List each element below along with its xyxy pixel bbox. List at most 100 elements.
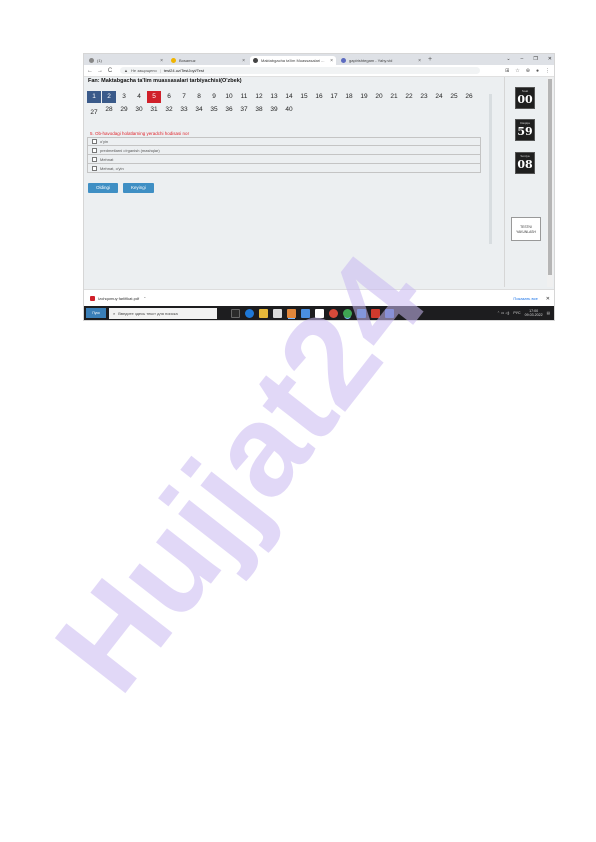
app-icon-3[interactable]	[329, 308, 338, 318]
task-view-icon[interactable]	[231, 308, 240, 318]
question-number-button[interactable]: 3	[117, 91, 131, 103]
question-number-button[interactable]: 10	[222, 91, 236, 103]
edge-icon[interactable]	[245, 308, 254, 318]
mail-icon[interactable]	[315, 308, 324, 318]
question-number-button[interactable]: 2	[102, 91, 116, 103]
page-scrollbar[interactable]	[547, 77, 553, 287]
question-number-button[interactable]: 40	[282, 104, 296, 116]
tray-icons[interactable]: ⌃ ▭ ◁)	[497, 311, 509, 315]
translate-icon[interactable]: ⊞	[505, 68, 509, 74]
previous-button[interactable]: Oldingi	[88, 183, 119, 193]
question-number-button[interactable]: 6	[162, 91, 176, 103]
question-number-button[interactable]: 31	[147, 104, 161, 116]
question-number-button[interactable]: 39	[267, 104, 281, 116]
inner-scrollbar-thumb[interactable]	[489, 94, 492, 244]
close-window-icon[interactable]: ✕	[548, 56, 552, 62]
question-number-button[interactable]: 20	[372, 91, 386, 103]
chrome-icon[interactable]	[343, 308, 352, 318]
question-number-button[interactable]: 1	[87, 91, 101, 103]
question-number-button[interactable]: 9	[207, 91, 221, 103]
folder-icon[interactable]	[259, 308, 268, 318]
taskbar-search[interactable]: ⌕ Введите здесь текст для поиска	[109, 307, 217, 319]
question-number-button[interactable]: 36	[222, 104, 236, 116]
close-icon[interactable]: ✕	[546, 296, 550, 302]
question-number-button[interactable]: 27	[87, 107, 101, 119]
page-scrollbar-thumb[interactable]	[548, 79, 552, 275]
address-bar[interactable]: ▲ Не защищено | test24.uz/TestJoyi/Test	[120, 67, 480, 74]
answer-option[interactable]: Mehnat, o'yin	[87, 164, 481, 173]
browser-tab[interactable]: Bosamuz ×	[168, 56, 248, 65]
question-number-button[interactable]: 7	[177, 91, 191, 103]
show-all-downloads[interactable]: Показать все	[513, 296, 537, 301]
question-number-button[interactable]: 24	[432, 91, 446, 103]
download-file[interactable]: Izohqomuy farlifikat.pdf	[98, 296, 139, 301]
next-button[interactable]: Keyingi	[123, 183, 154, 193]
app-icon-1[interactable]	[287, 308, 296, 318]
menu-icon[interactable]: ⋮	[545, 68, 550, 74]
store-icon[interactable]	[273, 308, 282, 318]
extension-icon[interactable]: ⊕	[526, 68, 530, 74]
question-number-button[interactable]: 16	[312, 91, 326, 103]
checkbox-icon[interactable]	[92, 147, 97, 153]
question-number-button[interactable]: 14	[282, 91, 296, 103]
answer-option[interactable]: predmetlarni o'rganish (mashqlar)	[87, 146, 481, 155]
question-number-button[interactable]: 32	[162, 104, 176, 116]
forward-button[interactable]: →	[96, 68, 104, 74]
question-number-button[interactable]: 4	[132, 91, 146, 103]
checkbox-icon[interactable]	[92, 156, 97, 162]
finish-test-button[interactable]: TESTNI YAKUNLASH	[511, 217, 541, 241]
start-button[interactable]: Пуск	[86, 308, 106, 318]
tab-close-icon[interactable]: ×	[330, 58, 333, 64]
tab-close-icon[interactable]: ×	[242, 58, 245, 64]
checkbox-icon[interactable]	[92, 139, 97, 144]
tray-language[interactable]: РУС	[513, 311, 520, 315]
question-number-button[interactable]: 19	[357, 91, 371, 103]
browser-tab[interactable]: Maktabgacha ta'lim Muassasalari ... ×	[250, 56, 336, 65]
back-button[interactable]: ←	[86, 68, 94, 74]
pdf-reader-icon[interactable]	[371, 308, 380, 318]
question-number-button[interactable]: 29	[117, 104, 131, 116]
answer-option[interactable]: Mehnat	[87, 155, 481, 164]
question-number-button[interactable]: 28	[102, 104, 116, 116]
checkbox-icon[interactable]	[92, 165, 97, 171]
question-number-button[interactable]: 25	[447, 91, 461, 103]
question-number-button[interactable]: 34	[192, 104, 206, 116]
question-number-button[interactable]: 17	[327, 91, 341, 103]
star-icon[interactable]: ☆	[515, 68, 519, 74]
question-number-button[interactable]: 18	[342, 91, 356, 103]
question-number-button[interactable]: 11	[237, 91, 251, 103]
tab-search-icon[interactable]: ⌄	[506, 56, 510, 62]
app-icon-4[interactable]	[385, 308, 394, 318]
app-icon-2[interactable]	[301, 308, 310, 318]
question-number-button[interactable]: 15	[297, 91, 311, 103]
answer-option[interactable]: o'yin	[87, 137, 481, 146]
question-number-button[interactable]: 33	[177, 104, 191, 116]
question-number-button[interactable]: 21	[387, 91, 401, 103]
question-number-button[interactable]: 35	[207, 104, 221, 116]
question-number-button[interactable]: 12	[252, 91, 266, 103]
question-number-button[interactable]: 23	[417, 91, 431, 103]
chevron-up-icon[interactable]: ⌃	[143, 296, 146, 301]
question-number-button[interactable]: 26	[462, 91, 476, 103]
question-number-button[interactable]: 22	[402, 91, 416, 103]
tab-close-icon[interactable]: ×	[160, 58, 163, 64]
question-number-button[interactable]: 8	[192, 91, 206, 103]
notifications-icon[interactable]: ▤	[547, 311, 550, 315]
question-number-button[interactable]: 13	[267, 91, 281, 103]
reload-button[interactable]: C	[106, 68, 114, 74]
question-number-button[interactable]: 5	[147, 91, 161, 103]
inner-scrollbar[interactable]	[488, 90, 493, 255]
url-separator: |	[159, 68, 161, 73]
clock[interactable]: 17:00 09.03.2022	[525, 309, 543, 318]
maximize-icon[interactable]: ❐	[533, 56, 537, 62]
profile-icon[interactable]: ●	[536, 68, 539, 74]
browser-tab[interactable]: (1) ×	[86, 56, 166, 65]
browser-tab[interactable]: gapirishtegam - Yahy.vid ×	[338, 56, 424, 65]
tab-close-icon[interactable]: ×	[418, 58, 421, 64]
word-icon[interactable]	[357, 308, 366, 318]
new-tab-button[interactable]: +	[428, 55, 432, 65]
question-number-button[interactable]: 38	[252, 104, 266, 116]
question-number-button[interactable]: 30	[132, 104, 146, 116]
minimize-icon[interactable]: –	[521, 56, 524, 62]
question-number-button[interactable]: 37	[237, 104, 251, 116]
